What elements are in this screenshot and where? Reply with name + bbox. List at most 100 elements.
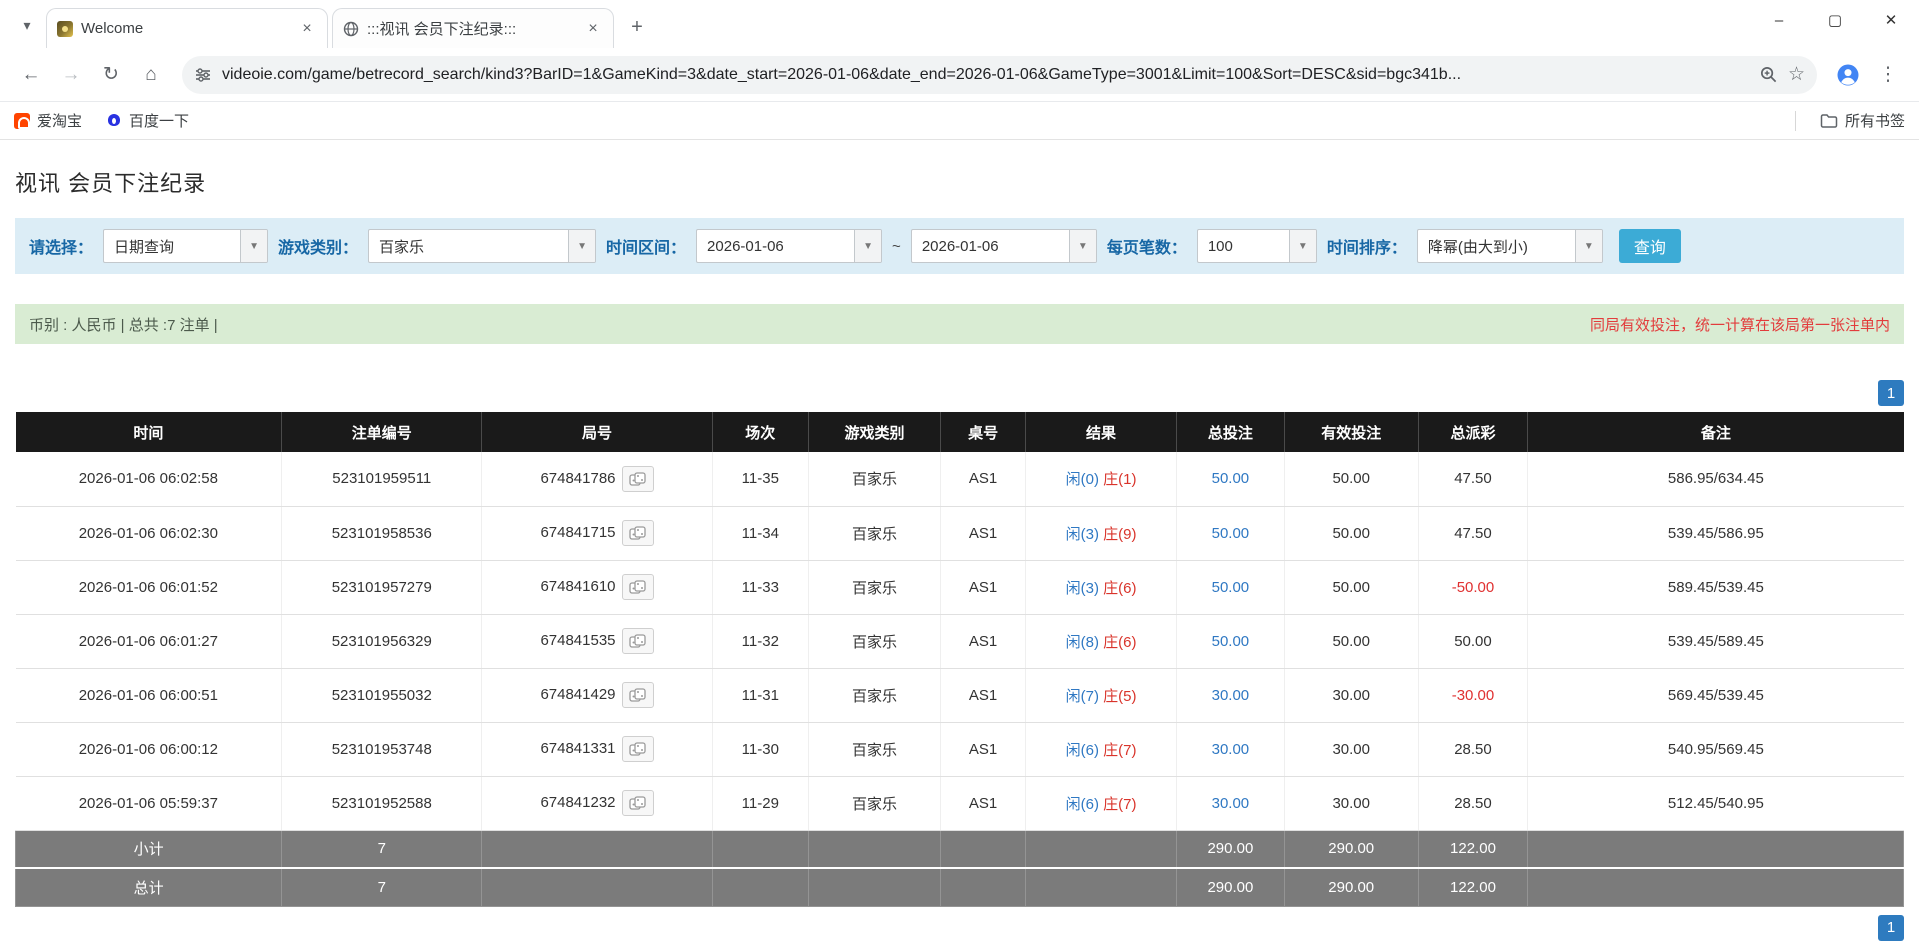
table-body: 2026-01-06 06:02:58 523101959511 6748417… bbox=[16, 452, 1904, 830]
round-detail-button[interactable] bbox=[622, 682, 654, 708]
cell-round: 674841610 bbox=[482, 560, 712, 614]
mode-select-value: 日期查询 bbox=[104, 236, 240, 257]
cell-result: 闲(3) 庄(9) bbox=[1026, 506, 1177, 560]
result-banker: 庄(5) bbox=[1103, 688, 1136, 705]
date-start-select[interactable]: 2026-01-06 ▼ bbox=[696, 229, 882, 263]
cell-payout: 28.50 bbox=[1418, 776, 1528, 830]
tab-title: :::视讯 会员下注纪录::: bbox=[367, 18, 575, 39]
chevron-down-icon: ▼ bbox=[1575, 230, 1602, 262]
zoom-icon[interactable] bbox=[1759, 65, 1778, 84]
column-header: 场次 bbox=[712, 412, 808, 452]
cell-total-bet[interactable]: 50.00 bbox=[1177, 560, 1285, 614]
chevron-down-icon: ▼ bbox=[854, 230, 881, 262]
cell-total-bet[interactable]: 30.00 bbox=[1177, 776, 1285, 830]
column-header: 结果 bbox=[1026, 412, 1177, 452]
cell-round: 674841331 bbox=[482, 722, 712, 776]
cell-total-bet[interactable]: 30.00 bbox=[1177, 722, 1285, 776]
cell-valid-bet: 50.00 bbox=[1284, 560, 1418, 614]
cell-result: 闲(6) 庄(7) bbox=[1026, 722, 1177, 776]
url-text: videoie.com/game/betrecord_search/kind3?… bbox=[222, 66, 1749, 84]
close-button[interactable]: ✕ bbox=[1863, 0, 1919, 40]
browser-toolbar: ← → ↻ ⌂ videoie.com/game/betrecord_searc… bbox=[0, 48, 1919, 102]
cell-bet-id: 523101952588 bbox=[282, 776, 482, 830]
tab-betrecord[interactable]: :::视讯 会员下注纪录::: × bbox=[332, 8, 614, 48]
cell-bet-id: 523101959511 bbox=[282, 452, 482, 506]
column-header: 桌号 bbox=[941, 412, 1026, 452]
maximize-button[interactable]: ▢ bbox=[1807, 0, 1863, 40]
cell-payout: -50.00 bbox=[1418, 560, 1528, 614]
round-number: 674841429 bbox=[540, 686, 615, 703]
tab-search-button[interactable]: ▾ bbox=[12, 10, 42, 40]
cell-note: 589.45/539.45 bbox=[1528, 560, 1904, 614]
round-detail-button[interactable] bbox=[622, 790, 654, 816]
cell-result: 闲(8) 庄(6) bbox=[1026, 614, 1177, 668]
cell-total-bet[interactable]: 50.00 bbox=[1177, 614, 1285, 668]
result-player: 闲(3) bbox=[1066, 580, 1099, 597]
cell-note: 512.45/540.95 bbox=[1528, 776, 1904, 830]
round-detail-button[interactable] bbox=[622, 628, 654, 654]
footer-cell bbox=[1528, 830, 1904, 868]
cell-round: 674841232 bbox=[482, 776, 712, 830]
result-banker: 庄(1) bbox=[1103, 471, 1136, 488]
menu-kebab-icon[interactable]: ⋮ bbox=[1871, 58, 1905, 92]
result-banker: 庄(6) bbox=[1103, 580, 1136, 597]
round-number: 674841786 bbox=[540, 470, 615, 487]
address-bar[interactable]: videoie.com/game/betrecord_search/kind3?… bbox=[182, 56, 1817, 94]
filter-label-game: 游戏类别： bbox=[278, 234, 358, 258]
site-info-icon[interactable] bbox=[194, 66, 212, 84]
round-detail-button[interactable] bbox=[622, 736, 654, 762]
tab-close-icon[interactable]: × bbox=[297, 19, 317, 39]
cell-valid-bet: 30.00 bbox=[1284, 668, 1418, 722]
bookmark-item-taobao[interactable]: 爱淘宝 bbox=[14, 110, 82, 131]
column-header: 局号 bbox=[482, 412, 712, 452]
footer-payout: 122.00 bbox=[1418, 868, 1528, 906]
reload-icon[interactable]: ↻ bbox=[94, 58, 128, 92]
filter-bar: 请选择： 日期查询 ▼ 游戏类别： 百家乐 ▼ 时间区间： 2026-01-06… bbox=[15, 218, 1904, 274]
cell-note: 569.45/539.45 bbox=[1528, 668, 1904, 722]
cell-round: 674841429 bbox=[482, 668, 712, 722]
sort-select[interactable]: 降幂(由大到小) ▼ bbox=[1417, 229, 1603, 263]
result-player: 闲(6) bbox=[1066, 796, 1099, 813]
pagination-bottom: 1 bbox=[15, 915, 1904, 941]
new-tab-button[interactable]: + bbox=[622, 12, 652, 42]
profile-avatar[interactable] bbox=[1831, 58, 1865, 92]
table-header-row: 时间注单编号局号场次游戏类别桌号结果总投注有效投注总派彩备注 bbox=[16, 412, 1904, 452]
cell-round: 674841715 bbox=[482, 506, 712, 560]
result-player: 闲(3) bbox=[1066, 526, 1099, 543]
bookmark-star-icon[interactable]: ☆ bbox=[1788, 63, 1805, 86]
minimize-button[interactable]: – bbox=[1751, 0, 1807, 40]
cell-result: 闲(6) 庄(7) bbox=[1026, 776, 1177, 830]
table-row: 2026-01-06 06:00:12 523101953748 6748413… bbox=[16, 722, 1904, 776]
per-page-select[interactable]: 100 ▼ bbox=[1197, 229, 1317, 263]
bookmark-item-baidu[interactable]: 百度一下 bbox=[106, 110, 189, 131]
cell-time: 2026-01-06 06:02:58 bbox=[16, 452, 282, 506]
page-number-button[interactable]: 1 bbox=[1878, 915, 1904, 941]
tab-welcome[interactable]: Welcome × bbox=[46, 8, 328, 48]
footer-cell bbox=[712, 868, 808, 906]
cell-result: 闲(0) 庄(1) bbox=[1026, 452, 1177, 506]
cell-payout: 50.00 bbox=[1418, 614, 1528, 668]
cell-valid-bet: 30.00 bbox=[1284, 722, 1418, 776]
cell-total-bet[interactable]: 50.00 bbox=[1177, 506, 1285, 560]
search-button[interactable]: 查询 bbox=[1619, 229, 1681, 263]
date-end-select[interactable]: 2026-01-06 ▼ bbox=[911, 229, 1097, 263]
round-detail-button[interactable] bbox=[622, 466, 654, 492]
all-bookmarks-button[interactable]: 所有书签 bbox=[1820, 110, 1905, 131]
cell-session: 11-35 bbox=[712, 452, 808, 506]
cell-game-kind: 百家乐 bbox=[808, 452, 940, 506]
forward-icon[interactable]: → bbox=[54, 58, 88, 92]
cell-total-bet[interactable]: 50.00 bbox=[1177, 452, 1285, 506]
cell-valid-bet: 50.00 bbox=[1284, 452, 1418, 506]
mode-select[interactable]: 日期查询 ▼ bbox=[103, 229, 268, 263]
page-number-button[interactable]: 1 bbox=[1878, 380, 1904, 406]
cell-bet-id: 523101958536 bbox=[282, 506, 482, 560]
round-detail-button[interactable] bbox=[622, 574, 654, 600]
home-icon[interactable]: ⌂ bbox=[134, 58, 168, 92]
back-icon[interactable]: ← bbox=[14, 58, 48, 92]
round-detail-button[interactable] bbox=[622, 520, 654, 546]
result-banker: 庄(7) bbox=[1103, 796, 1136, 813]
game-kind-select[interactable]: 百家乐 ▼ bbox=[368, 229, 596, 263]
tab-close-icon[interactable]: × bbox=[583, 19, 603, 39]
cell-time: 2026-01-06 05:59:37 bbox=[16, 776, 282, 830]
cell-total-bet[interactable]: 30.00 bbox=[1177, 668, 1285, 722]
